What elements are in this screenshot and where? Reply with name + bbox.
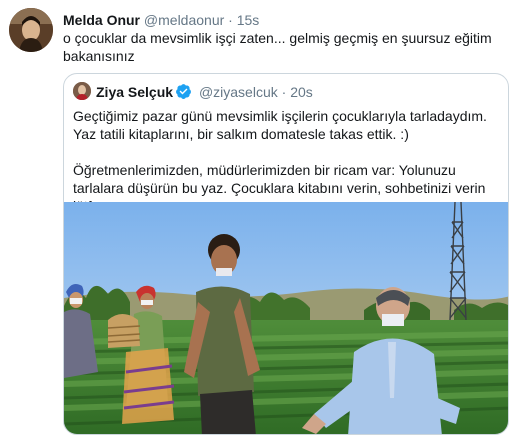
avatar-image [9,8,53,52]
separator-dot: · [228,12,233,28]
quoted-author-name: Ziya Selçuk [96,84,174,100]
quoted-separator-dot: · [281,84,287,100]
author-handle[interactable]: @meldaonur [144,12,224,28]
user-avatar[interactable] [9,8,53,52]
quoted-author-handle: @ziyaselcuk [198,84,278,100]
tweet-timestamp[interactable]: 15s [237,12,260,28]
tweet-text: o çocuklar da mevsimlik işçi zaten... ge… [63,30,492,64]
quoted-tweet[interactable]: Ziya Selçuk @ziyaselcuk · 20s Geçtiğimiz… [63,73,509,435]
quoted-tweet-text: Geçtiğimiz pazar günü mevsimlik işçileri… [73,107,503,215]
quoted-paragraph-1: Geçtiğimiz pazar günü mevsimlik işçileri… [73,108,487,142]
tweet[interactable]: Melda Onur @meldaonur · 15s o çocuklar d… [0,0,518,436]
quoted-user-avatar [73,82,91,100]
author-name[interactable]: Melda Onur [63,12,140,28]
field-photo-image [64,202,508,434]
quoted-avatar-image [73,82,91,100]
quoted-tweet-timestamp: 20s [290,84,313,100]
tweet-photo[interactable] [64,202,508,434]
verified-badge-icon [175,83,192,104]
quoted-tweet-header: Ziya Selçuk @ziyaselcuk · 20s [96,83,313,104]
tweet-header: Melda Onur @meldaonur · 15s [63,11,259,29]
